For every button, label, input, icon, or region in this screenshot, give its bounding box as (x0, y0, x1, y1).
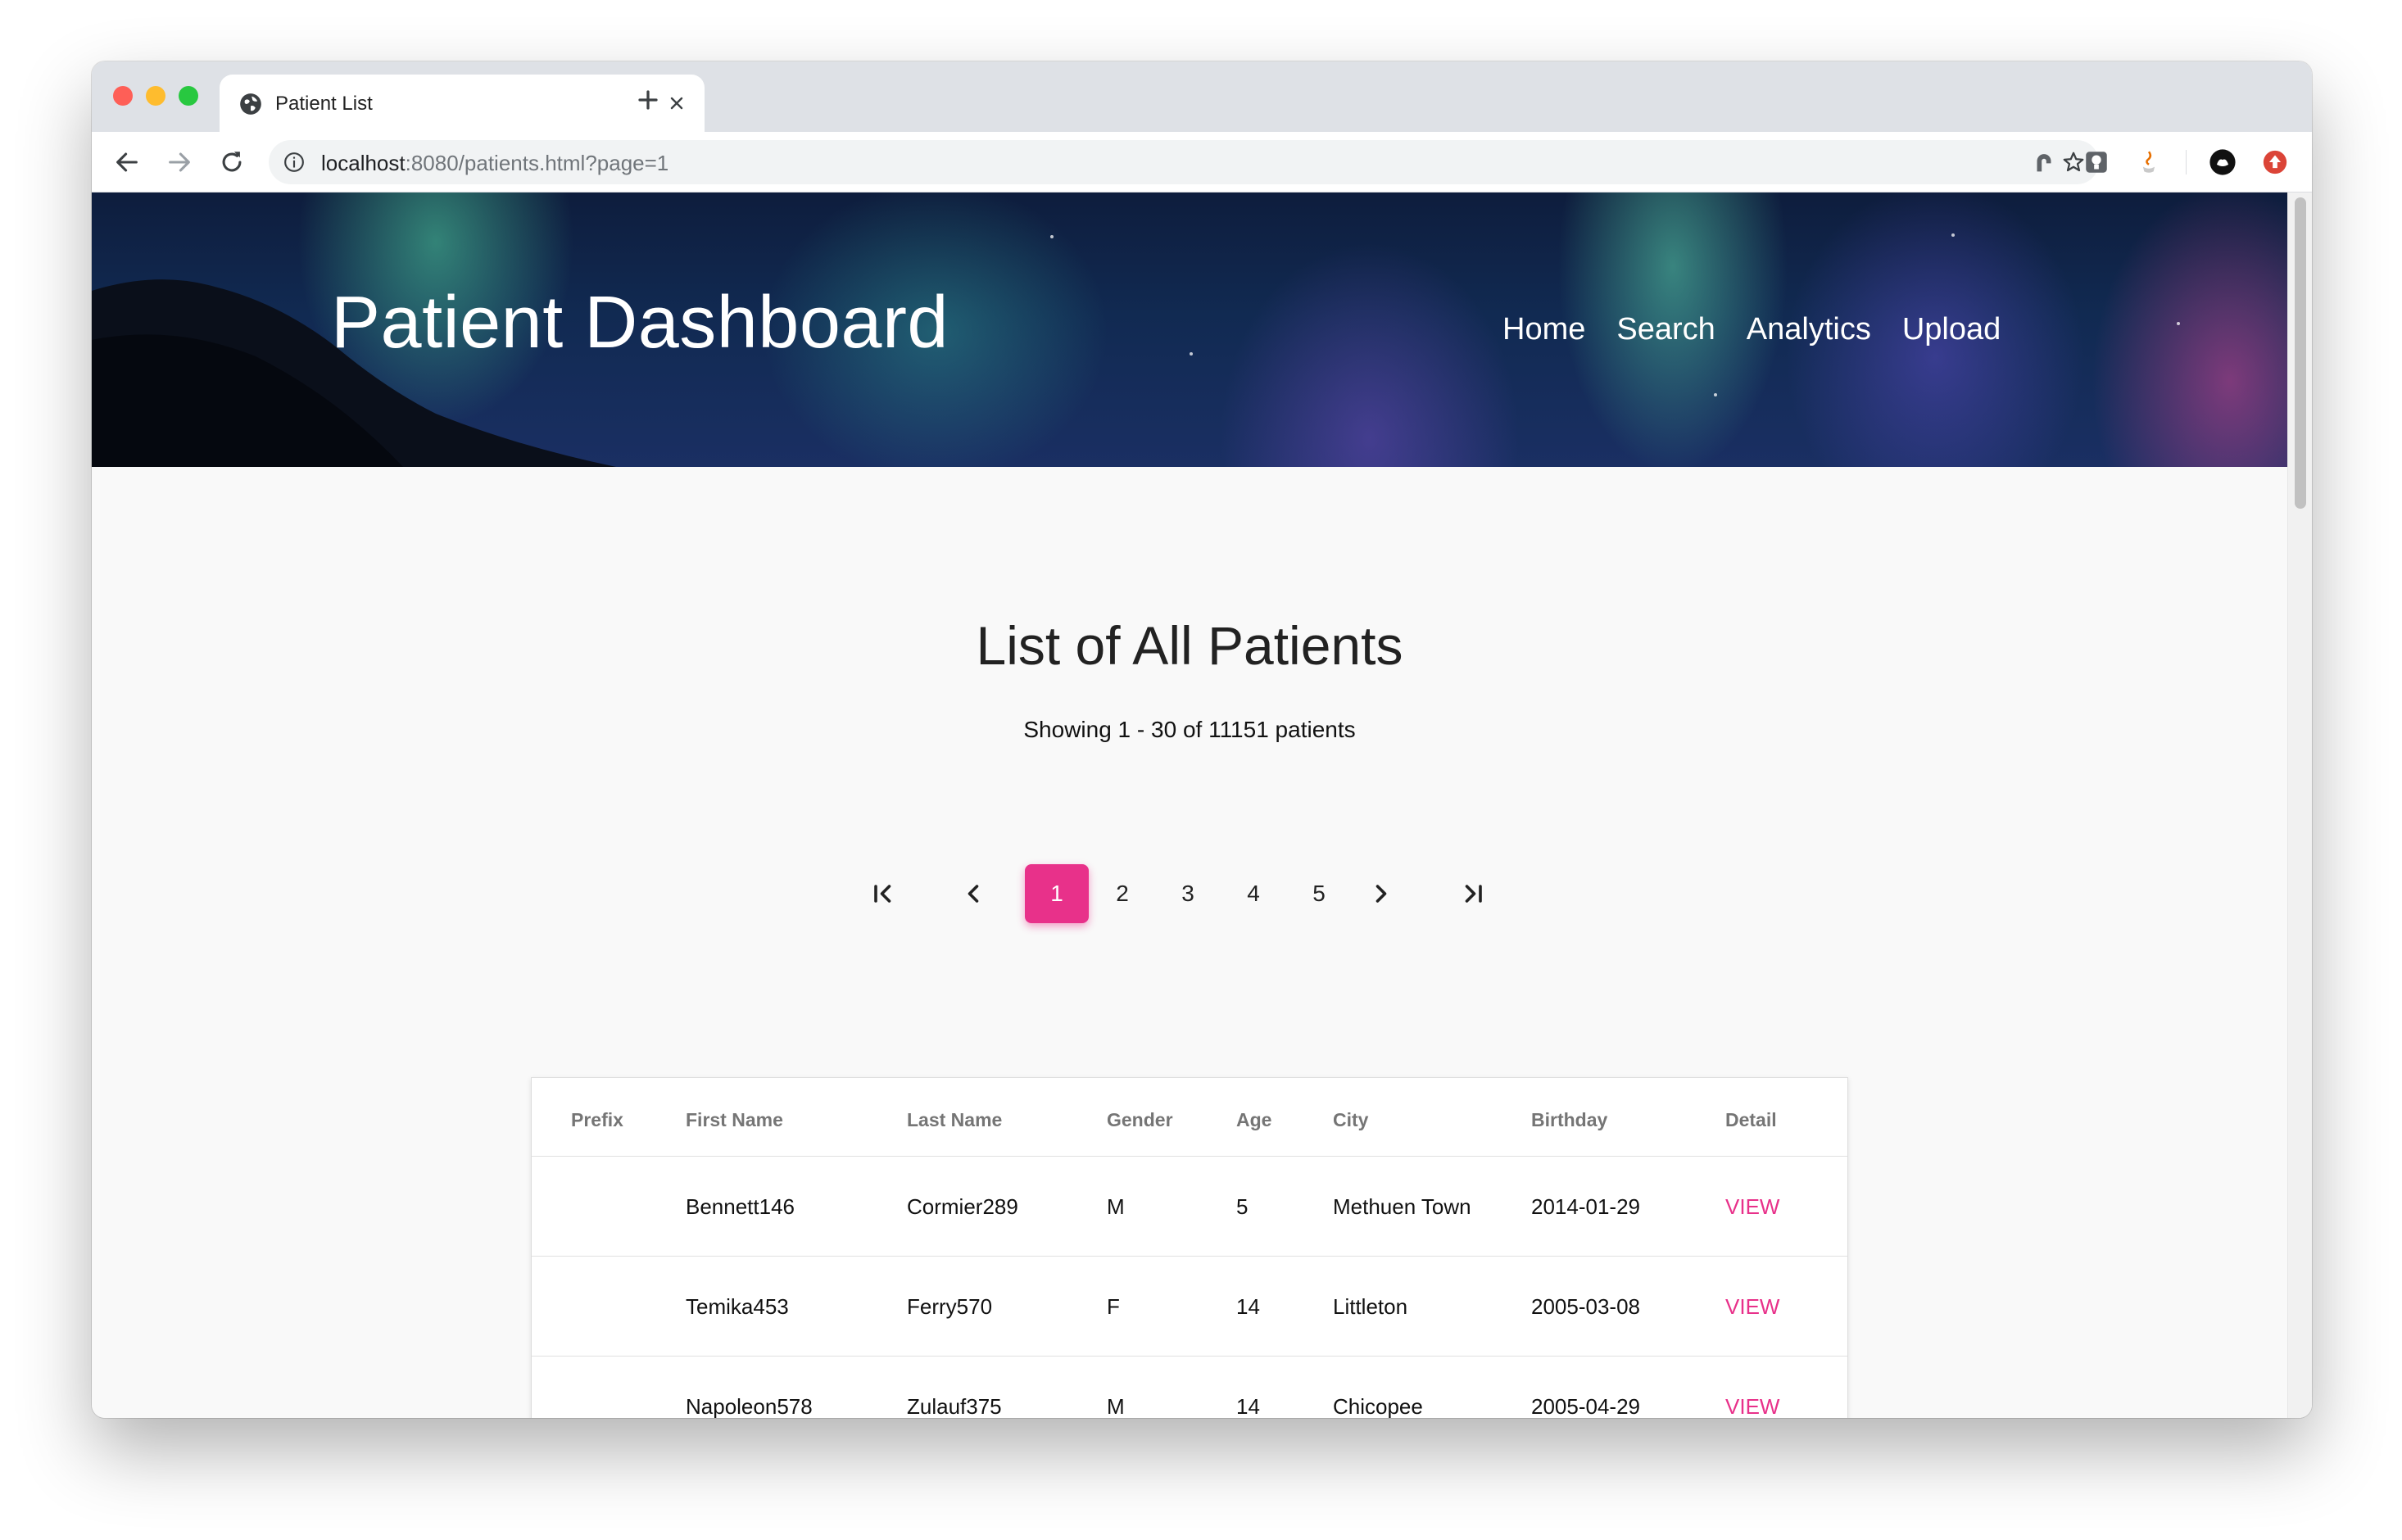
cell-last-name: Ferry570 (907, 1294, 993, 1319)
page-3-button[interactable]: 3 (1156, 864, 1220, 923)
cell-age: 5 (1236, 1194, 1249, 1219)
page-viewport: Patient Dashboard Home Search Analytics … (92, 192, 2312, 1418)
reload-icon[interactable] (218, 148, 246, 176)
nav-analytics-link[interactable]: Analytics (1747, 312, 1871, 347)
header-banner: Patient Dashboard Home Search Analytics … (92, 192, 2287, 467)
table-row: Temika453 Ferry570 F 14 Littleton 2005-0… (532, 1257, 1847, 1357)
profile-avatar-icon[interactable] (2209, 148, 2237, 176)
browser-window: Patient List localhost:8080/patients.htm… (92, 61, 2312, 1418)
extension-bulb-icon[interactable] (2082, 148, 2110, 176)
nav-search-link[interactable]: Search (1616, 312, 1715, 347)
next-page-icon[interactable] (1366, 879, 1396, 908)
table-row: Napoleon578 Zulauf375 M 14 Chicopee 2005… (532, 1357, 1847, 1418)
forward-arrow-icon[interactable] (165, 148, 193, 176)
page-5-button[interactable]: 5 (1287, 864, 1351, 923)
extension-java-icon[interactable] (2135, 148, 2163, 176)
page-1-button[interactable]: 1 (1025, 864, 1089, 923)
cell-birthday: 2014-01-29 (1531, 1194, 1640, 1219)
cell-city: Chicopee (1333, 1394, 1423, 1418)
toolbar-divider (2186, 150, 2187, 174)
pagination: 1 2 3 4 5 (92, 864, 2287, 923)
patients-table: Prefix First Name Last Name Gender Age C… (531, 1077, 1848, 1418)
column-header-city: City (1333, 1109, 1369, 1130)
extension-upload-icon[interactable] (2261, 148, 2289, 176)
column-header-birthday: Birthday (1531, 1109, 1608, 1130)
cell-first-name: Napoleon578 (686, 1394, 813, 1418)
extension-hook-icon[interactable] (2030, 148, 2058, 176)
info-icon[interactable] (283, 152, 305, 173)
address-bar[interactable]: localhost:8080/patients.html?page=1 (269, 140, 2099, 184)
new-tab-icon[interactable] (636, 88, 660, 112)
cell-city: Methuen Town (1333, 1194, 1471, 1219)
cell-age: 14 (1236, 1394, 1260, 1418)
table-header: Prefix First Name Last Name Gender Age C… (532, 1078, 1847, 1157)
cell-first-name: Temika453 (686, 1294, 789, 1319)
minimize-window-button[interactable] (146, 86, 165, 106)
cell-birthday: 2005-03-08 (1531, 1294, 1640, 1319)
page-2-button[interactable]: 2 (1090, 864, 1154, 923)
view-detail-link[interactable]: VIEW (1725, 1294, 1779, 1320)
cell-gender: F (1107, 1294, 1120, 1319)
results-summary: Showing 1 - 30 of 11151 patients (1023, 717, 1356, 742)
star-dot (1050, 235, 1054, 238)
view-detail-link[interactable]: VIEW (1725, 1194, 1779, 1220)
nav-upload-link[interactable]: Upload (1902, 312, 2001, 347)
cell-birthday: 2005-04-29 (1531, 1394, 1640, 1418)
cell-gender: M (1107, 1194, 1125, 1219)
star-dot (1951, 233, 1955, 237)
url-text[interactable]: localhost:8080/patients.html?page=1 (321, 151, 668, 176)
close-tab-icon[interactable] (667, 93, 687, 113)
browser-toolbar: localhost:8080/patients.html?page=1 (92, 132, 2312, 192)
cell-city: Littleton (1333, 1294, 1408, 1319)
last-page-icon[interactable] (1458, 879, 1488, 908)
maximize-window-button[interactable] (179, 86, 198, 106)
column-header-gender: Gender (1107, 1109, 1173, 1130)
main-nav: Home Search Analytics Upload (1502, 312, 2001, 347)
star-dot (2177, 322, 2180, 325)
cell-gender: M (1107, 1394, 1125, 1418)
column-header-prefix: Prefix (571, 1109, 623, 1130)
first-page-icon[interactable] (868, 879, 898, 908)
vertical-scrollbar[interactable] (2287, 192, 2312, 1418)
globe-icon (240, 93, 261, 115)
previous-page-icon[interactable] (959, 879, 988, 908)
table-row: Bennett146 Cormier289 M 5 Methuen Town 2… (532, 1157, 1847, 1257)
cell-last-name: Cormier289 (907, 1194, 1018, 1219)
column-header-last-name: Last Name (907, 1109, 1003, 1130)
column-header-detail: Detail (1725, 1109, 1777, 1130)
column-header-first-name: First Name (686, 1109, 783, 1130)
star-dot (1714, 393, 1717, 396)
page-4-button[interactable]: 4 (1221, 864, 1285, 923)
scrollbar-thumb[interactable] (2295, 197, 2306, 509)
column-header-age: Age (1236, 1109, 1272, 1130)
cell-age: 14 (1236, 1294, 1260, 1319)
tab-strip: Patient List (92, 61, 2312, 132)
tab-title: Patient List (275, 93, 373, 115)
cell-first-name: Bennett146 (686, 1194, 795, 1219)
page-title: List of All Patients (976, 615, 1403, 676)
cell-last-name: Zulauf375 (907, 1394, 1002, 1418)
close-window-button[interactable] (113, 86, 133, 106)
star-dot (1190, 352, 1193, 356)
site-title: Patient Dashboard (331, 282, 949, 364)
browser-tab[interactable]: Patient List (220, 75, 705, 132)
view-detail-link[interactable]: VIEW (1725, 1394, 1779, 1418)
nav-home-link[interactable]: Home (1502, 312, 1585, 347)
back-arrow-icon[interactable] (113, 148, 141, 176)
